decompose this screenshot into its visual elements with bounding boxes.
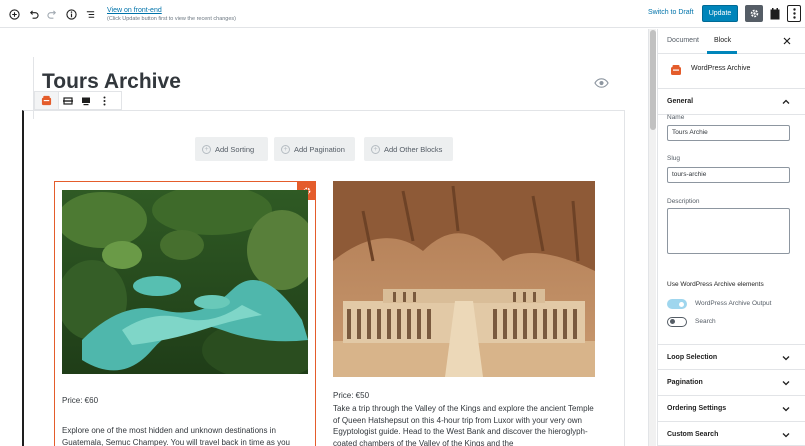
chevron-down-icon[interactable] (782, 379, 790, 387)
card-description: Explore one of the most hidden and unkno… (62, 426, 290, 446)
settings-gear-icon[interactable] (745, 5, 763, 22)
archive-output-label: WordPress Archive Output (695, 300, 772, 307)
panel-general-header[interactable]: General (658, 90, 805, 115)
add-other-blocks-button[interactable]: + Add Other Blocks (364, 137, 453, 161)
name-input[interactable]: Tours Archie (667, 125, 790, 141)
redo-icon[interactable] (44, 6, 60, 22)
add-sorting-button[interactable]: + Add Sorting (195, 137, 268, 161)
settings-sidebar: Document Block WordPress Archive General… (657, 29, 805, 446)
align-wide-icon[interactable] (77, 92, 95, 109)
archive-output-toggle[interactable] (667, 299, 687, 309)
card-price: Price: €60 (62, 396, 99, 405)
block-name: WordPress Archive (691, 65, 751, 72)
panel-pagination[interactable]: Pagination (658, 370, 805, 396)
archive-block-icon (670, 64, 682, 78)
update-button[interactable]: Update (702, 5, 738, 22)
add-pagination-label: Add Pagination (294, 144, 345, 154)
block-toolbar (34, 91, 122, 110)
info-icon[interactable] (63, 6, 79, 22)
switch-to-draft-button[interactable]: Switch to Draft (648, 9, 694, 16)
chevron-down-icon[interactable] (782, 405, 790, 413)
plus-icon: + (281, 144, 290, 154)
name-label: Name (667, 114, 685, 121)
align-full-icon[interactable] (59, 92, 77, 109)
add-sorting-label: Add Sorting (215, 144, 255, 154)
archive-block-icon[interactable] (35, 92, 59, 109)
panel-custom-search[interactable]: Custom Search (658, 422, 805, 446)
panel-general-title: General (667, 98, 694, 105)
search-toggle-label: Search (695, 318, 716, 325)
tab-block[interactable]: Block (714, 37, 731, 44)
panel-ordering-settings-title: Ordering Settings (667, 405, 727, 412)
chevron-down-icon[interactable] (782, 431, 790, 439)
block-more-icon[interactable] (95, 92, 113, 109)
toggle-knob (670, 319, 675, 324)
add-pagination-button[interactable]: + Add Pagination (274, 137, 355, 161)
block-card: WordPress Archive (658, 55, 805, 89)
close-icon[interactable] (782, 36, 792, 46)
view-on-front-end-link[interactable]: View on front-end (107, 7, 162, 14)
active-tab-indicator (707, 51, 737, 54)
layout-icon[interactable] (768, 6, 782, 21)
block-navigation-icon[interactable] (82, 6, 98, 22)
add-block-icon[interactable] (6, 6, 22, 22)
hatshepsut-temple-image (333, 181, 595, 377)
chevron-down-icon[interactable] (782, 354, 790, 362)
slug-label: Slug (667, 155, 681, 162)
description-textarea[interactable] (667, 208, 790, 254)
slug-input[interactable]: tours-archie (667, 167, 790, 183)
toggle-knob (679, 301, 684, 307)
preview-eye-icon[interactable] (594, 75, 609, 93)
panel-custom-search-title: Custom Search (667, 431, 719, 438)
panel-loop-selection[interactable]: Loop Selection (658, 344, 805, 370)
tab-document[interactable]: Document (667, 37, 699, 44)
plus-icon: + (202, 144, 211, 154)
undo-icon[interactable] (25, 6, 41, 22)
view-note: (Click Update button first to view the r… (107, 16, 237, 22)
panel-loop-selection-title: Loop Selection (667, 354, 718, 361)
description-label: Description (667, 198, 700, 205)
plus-icon: + (371, 144, 380, 154)
search-toggle[interactable] (667, 317, 687, 327)
more-options-icon[interactable] (787, 5, 801, 22)
panel-ordering-settings[interactable]: Ordering Settings (658, 396, 805, 422)
top-toolbar: View on front-end (Click Update button f… (0, 0, 805, 28)
elements-heading: Use WordPress Archive elements (667, 281, 764, 288)
chevron-up-icon[interactable] (782, 98, 790, 106)
add-other-blocks-label: Add Other Blocks (384, 144, 443, 154)
panel-pagination-title: Pagination (667, 379, 703, 386)
semuc-champey-image (62, 190, 308, 374)
card-price: Price: €50 (333, 391, 370, 400)
sidebar-tabs: Document Block (658, 29, 805, 54)
editor-scrollbar-thumb[interactable] (650, 30, 656, 130)
editor-canvas: Tours Archive + Add Sorting + Add Pagina… (0, 29, 648, 446)
card-description: Take a trip through the Valley of the Ki… (333, 404, 594, 446)
